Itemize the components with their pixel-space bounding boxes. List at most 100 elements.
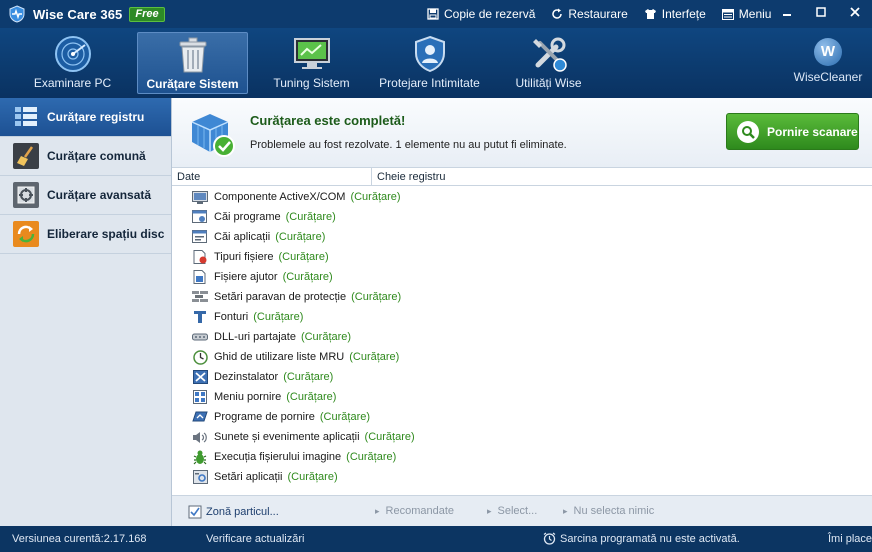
scheduled-task-status[interactable]: Sarcina programată nu este activată. (543, 532, 740, 545)
item-label: Componente ActiveX/COM (214, 191, 346, 203)
list-item[interactable]: Fonturi (Curățare) (172, 307, 872, 327)
list-item[interactable]: Setări aplicații (Curățare) (172, 467, 872, 487)
tools-icon (527, 34, 571, 74)
menu-button[interactable]: Meniu (721, 7, 771, 21)
restore-button[interactable]: Restaurare (551, 7, 628, 21)
alarm-clock-icon (543, 532, 556, 545)
tab-tuning-sistem[interactable]: Tuning Sistem (256, 32, 367, 94)
item-status: (Curățare) (300, 331, 352, 343)
recommended-link[interactable]: ▸ Recomandate (375, 505, 454, 517)
main-toolbar: Examinare PC Curățare Sistem Tuning Sist… (0, 28, 872, 98)
activex-icon (192, 190, 208, 204)
disk-icon (13, 221, 39, 247)
program-path-icon (192, 210, 208, 224)
wise-care-logo-icon (8, 5, 26, 23)
item-label: Căi programe (214, 211, 281, 223)
list-item[interactable]: Execuția fișierului imagine (Curățare) (172, 447, 872, 467)
tab-label: Utilități Wise (515, 76, 582, 90)
main-panel: Curățarea este completă! Problemele au f… (172, 98, 872, 526)
close-button[interactable] (838, 0, 872, 24)
like-link[interactable]: Îmi place (828, 533, 872, 545)
scan-button-label: Pornire scanare (767, 124, 858, 139)
list-item[interactable]: Ghid de utilizare liste MRU (Curățare) (172, 347, 872, 367)
list-item[interactable]: Programe de pornire (Curățare) (172, 407, 872, 427)
item-status: (Curățare) (350, 191, 401, 203)
list-item[interactable]: Componente ActiveX/COM (Curățare) (172, 187, 872, 207)
item-label: Programe de pornire (214, 411, 315, 423)
sidebar-item-label: Curățare avansată (47, 188, 152, 202)
list-item[interactable]: Sunete și evenimente aplicații (Curățare) (172, 427, 872, 447)
sidebar-item-curatare-comuna[interactable]: Curățare comună (0, 137, 171, 176)
custom-area-icon (188, 505, 202, 519)
skin-label: Interfețe (661, 7, 706, 21)
file-type-icon (192, 250, 208, 264)
item-label: Fișiere ajutor (214, 271, 278, 283)
skin-button[interactable]: Interfețe (644, 7, 706, 21)
maximize-button[interactable] (804, 0, 838, 24)
backup-icon (427, 8, 439, 20)
tab-utilitati-wise[interactable]: Utilități Wise (493, 32, 604, 94)
tab-examinare-pc[interactable]: Examinare PC (17, 32, 128, 94)
select-link[interactable]: ▸ Select... (487, 505, 537, 517)
list-item[interactable]: DLL-uri partajate (Curățare) (172, 327, 872, 347)
tab-label: Examinare PC (33, 76, 112, 90)
start-menu-icon (192, 390, 208, 404)
backup-label: Copie de rezervă (444, 7, 536, 21)
item-status: (Curățare) (253, 311, 304, 323)
sidebar-item-label: Eliberare spațiu disc (47, 227, 165, 241)
list-item[interactable]: Setări paravan de protecție (Curățare) (172, 287, 872, 307)
item-status: (Curățare) (319, 411, 371, 423)
arrow-icon: ▸ (487, 505, 492, 516)
select-none-link[interactable]: ▸ Nu selecta nimic (563, 505, 654, 517)
list-item[interactable]: Căi programe (Curățare) (172, 207, 872, 227)
list-item[interactable]: Fișiere ajutor (Curățare) (172, 267, 872, 287)
item-status: (Curățare) (286, 391, 337, 403)
app-path-icon (192, 230, 208, 244)
radar-icon (51, 34, 95, 74)
monitor-icon (290, 34, 334, 74)
item-status: (Curățare) (351, 291, 402, 303)
wisecleaner-logo-icon: W (814, 38, 842, 66)
bug-icon (192, 450, 208, 464)
arrow-icon: ▸ (563, 505, 568, 516)
select-none-label: Nu selecta nimic (573, 505, 655, 517)
start-scan-button[interactable]: Pornire scanare (726, 113, 859, 150)
item-label: Dezinstalator (214, 371, 279, 383)
sidebar-item-curatare-registru[interactable]: Curățare registru (0, 98, 171, 137)
trash-can-icon (171, 35, 215, 75)
sidebar-item-curatare-avansata[interactable]: Curățare avansată (0, 176, 171, 215)
custom-area-link[interactable]: Zonă particul... (188, 505, 279, 519)
title-bar: Wise Care 365 Free Copie de rezervă Rest… (0, 0, 872, 28)
restore-icon (552, 8, 563, 19)
item-label: Ghid de utilizare liste MRU (214, 351, 345, 363)
item-status: (Curățare) (364, 431, 415, 443)
list-item[interactable]: Meniu pornire (Curățare) (172, 387, 872, 407)
result-subtitle: Problemele au fost rezolvate. 1 elemente… (250, 139, 567, 151)
backup-button[interactable]: Copie de rezervă (427, 7, 535, 21)
item-status: (Curățare) (275, 231, 326, 243)
scheduled-task-label: Sarcina programată nu este activată. (560, 532, 740, 545)
skin-icon (644, 9, 656, 19)
column-date[interactable]: Date (177, 171, 200, 183)
font-icon (192, 310, 208, 324)
tab-protejare-intimitate[interactable]: Protejare Intimitate (374, 32, 485, 94)
list-item[interactable]: Tipuri fișiere (Curățare) (172, 247, 872, 267)
list-item[interactable]: Căi aplicații (Curățare) (172, 227, 872, 247)
tab-curatare-sistem[interactable]: Curățare Sistem (137, 32, 248, 94)
magnifier-icon (737, 120, 759, 143)
minimize-icon (783, 14, 791, 16)
list-item[interactable]: Dezinstalator (Curățare) (172, 367, 872, 387)
column-separator[interactable] (371, 168, 372, 186)
sidebar-item-eliberare-spatiu[interactable]: Eliberare spațiu disc (0, 215, 171, 254)
wisecleaner-brand[interactable]: W WiseCleaner (788, 34, 868, 84)
minimize-button[interactable] (770, 0, 804, 24)
sidebar-item-label: Curățare comună (47, 149, 146, 163)
item-label: Setări aplicații (214, 471, 283, 483)
check-updates-link[interactable]: Verificare actualizări (206, 533, 304, 545)
column-registry-key[interactable]: Cheie registru (377, 171, 445, 183)
arrow-icon: ▸ (375, 505, 380, 516)
registry-cube-check-icon (186, 108, 238, 160)
firewall-icon (192, 290, 208, 304)
item-label: DLL-uri partajate (214, 331, 296, 343)
item-label: Căi aplicații (214, 231, 271, 243)
